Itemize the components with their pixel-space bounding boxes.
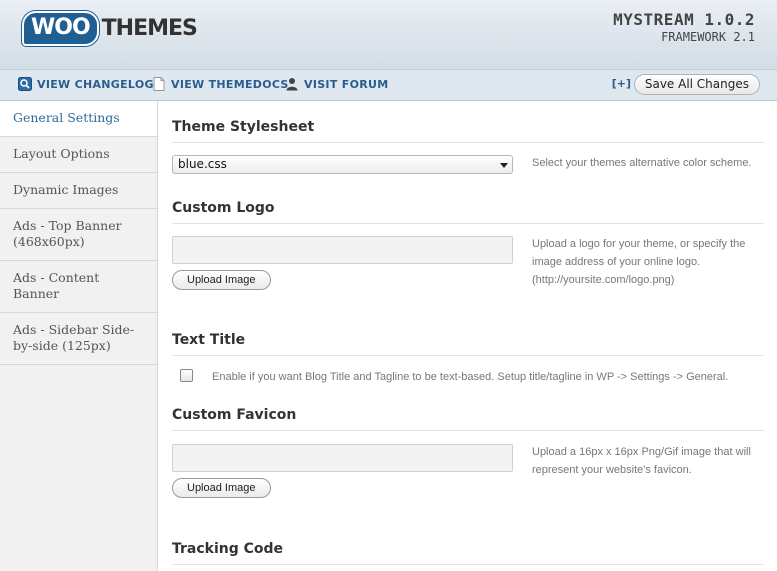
view-changelog-link[interactable]: VIEW CHANGELOG [18, 77, 154, 91]
sidebar-item-dynamic-images[interactable]: Dynamic Images [0, 173, 157, 209]
dropdown-arrow-icon [500, 163, 508, 168]
person-icon [285, 77, 299, 91]
custom-favicon-help: Upload a 16px x 16px Png/Gif image that … [532, 446, 751, 476]
sidebar-item-ads-sidebar[interactable]: Ads - Sidebar Side-by-side (125px) [0, 313, 157, 365]
custom-logo-title: Custom Logo [172, 200, 764, 224]
visit-forum-link[interactable]: VISIT FORUM [285, 77, 388, 91]
header: WOO THEMES MYSTREAM 1.0.2 FRAMEWORK 2.1 [0, 0, 777, 70]
custom-logo-help: Upload a logo for your theme, or specify… [532, 238, 746, 286]
text-title-help: Enable if you want Blog Title and Taglin… [212, 371, 729, 383]
stylesheet-select[interactable]: blue.css [172, 155, 513, 174]
upload-logo-button[interactable]: Upload Image [172, 270, 271, 290]
tracking-code-section: Tracking Code [172, 541, 764, 565]
framework-version: FRAMEWORK 2.1 [661, 30, 755, 44]
custom-logo-section: Custom Logo [172, 200, 764, 224]
expand-all-toggle[interactable]: [+] [612, 77, 631, 90]
text-title-checkbox[interactable] [180, 369, 193, 382]
theme-version-title: MYSTREAM 1.0.2 [613, 10, 755, 29]
upload-favicon-button[interactable]: Upload Image [172, 478, 271, 498]
document-icon [152, 77, 166, 91]
stylesheet-help: Select your themes alternative color sch… [532, 157, 752, 169]
custom-favicon-input[interactable] [172, 444, 513, 472]
version-info: MYSTREAM 1.0.2 FRAMEWORK 2.1 [613, 10, 755, 44]
view-themedocs-link[interactable]: VIEW THEMEDOCS [152, 77, 289, 91]
magnifier-icon [18, 77, 32, 91]
stylesheet-section: Theme Stylesheet [172, 119, 764, 143]
sidebar-item-general-settings[interactable]: General Settings [0, 101, 157, 137]
custom-favicon-section: Custom Favicon [172, 407, 764, 431]
woothemes-logo[interactable]: WOO THEMES [22, 9, 198, 47]
save-all-changes-button[interactable]: Save All Changes [633, 74, 760, 95]
custom-favicon-title: Custom Favicon [172, 407, 764, 431]
stylesheet-selected-value: blue.css [178, 157, 227, 171]
text-title-section: Text Title [172, 332, 764, 356]
sidebar-item-ads-content-banner[interactable]: Ads - Content Banner [0, 261, 157, 313]
logo-woo-text: WOO [22, 10, 99, 46]
toolbar: VIEW CHANGELOG VIEW THEMEDOCS VISIT FORU… [0, 70, 777, 101]
visit-forum-label: VISIT FORUM [304, 77, 389, 91]
text-title-title: Text Title [172, 332, 764, 356]
stylesheet-title: Theme Stylesheet [172, 119, 764, 143]
logo-themes-text: THEMES [101, 15, 198, 41]
view-themedocs-label: VIEW THEMEDOCS [171, 77, 289, 91]
custom-logo-input[interactable] [172, 236, 513, 264]
settings-sidebar: General Settings Layout Options Dynamic … [0, 101, 158, 571]
sidebar-item-layout-options[interactable]: Layout Options [0, 137, 157, 173]
view-changelog-label: VIEW CHANGELOG [37, 77, 154, 91]
tracking-code-title: Tracking Code [172, 541, 764, 565]
sidebar-item-ads-top-banner[interactable]: Ads - Top Banner (468x60px) [0, 209, 157, 261]
